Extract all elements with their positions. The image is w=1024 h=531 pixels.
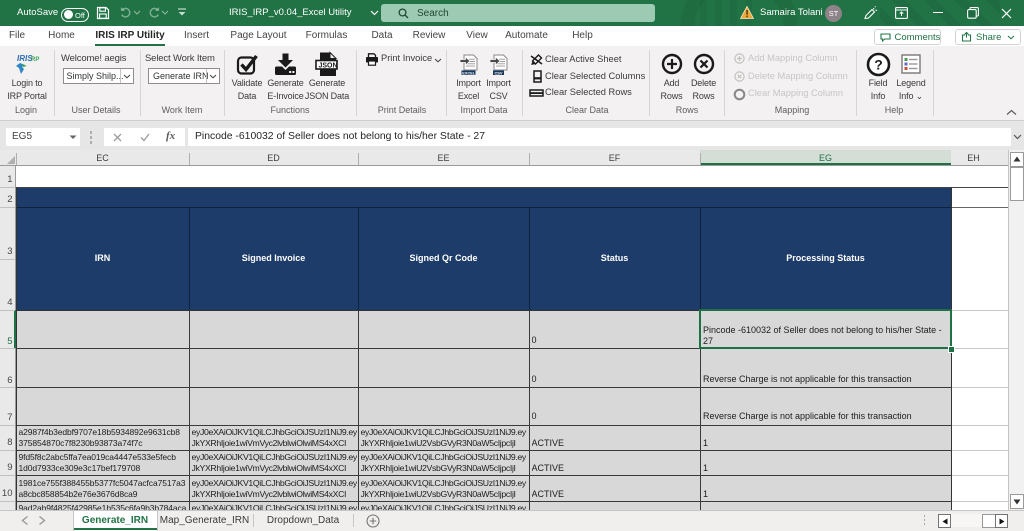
svg-text:JSON: JSON (319, 63, 338, 70)
svg-text:CSV: CSV (495, 70, 503, 75)
svg-text:EXCEL: EXCEL (462, 70, 476, 75)
svg-text:?: ? (874, 57, 883, 73)
svg-text:RP: RP (31, 57, 39, 63)
